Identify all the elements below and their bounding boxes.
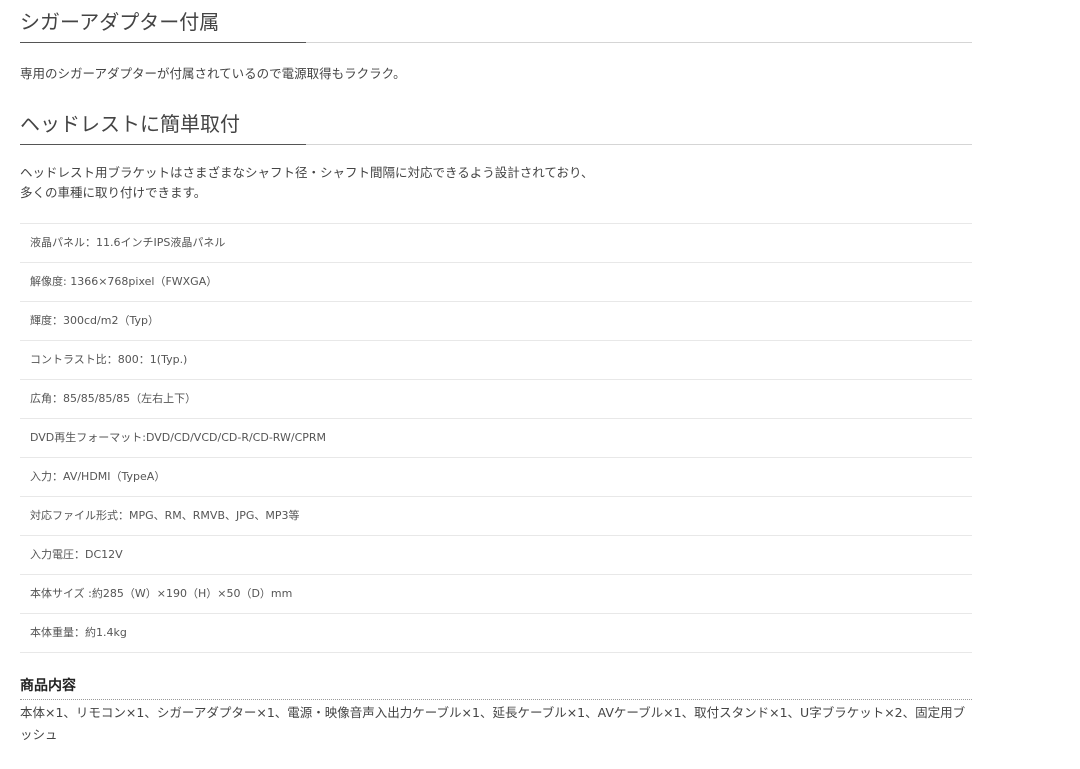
spec-item-brightness: 輝度：300cd/m2（Typ） [20, 302, 972, 341]
spec-item-panel: 液晶パネル：11.6インチIPS液晶パネル [20, 224, 972, 263]
spec-item-contrast: コントラスト比：800：1(Typ.) [20, 341, 972, 380]
spec-item-input: 入力：AV/HDMI（TypeA） [20, 458, 972, 497]
spec-item-resolution: 解像度: 1366×768pixel（FWXGA） [20, 263, 972, 302]
package-contents-heading: 商品内容 [20, 676, 972, 700]
section-heading-cigar-adapter: シガーアダプター付属 [20, 0, 972, 43]
section-text-headrest-line2: 多くの車種に取り付けできます。 [20, 185, 207, 200]
section-text-headrest: ヘッドレスト用ブラケットはさまざまなシャフト径・シャフト間隔に対応できるよう設計… [20, 163, 972, 203]
spec-item-dvd-format: DVD再生フォーマット:DVD/CD/VCD/CD-R/CD-RW/CPRM [20, 419, 972, 458]
package-contents-text: 本体×1、リモコン×1、シガーアダプター×1、電源・映像音声入出力ケーブル×1、… [20, 705, 966, 742]
spec-list: 液晶パネル：11.6インチIPS液晶パネル 解像度: 1366×768pixel… [20, 223, 972, 653]
section-text-headrest-line1: ヘッドレスト用ブラケットはさまざまなシャフト径・シャフト間隔に対応できるよう設計… [20, 165, 594, 180]
spec-item-weight: 本体重量：約1.4kg [20, 614, 972, 653]
spec-item-file-format: 対応ファイル形式：MPG、RM、RMVB、JPG、MP3等 [20, 497, 972, 536]
spec-item-size: 本体サイズ :約285（W）×190（H）×50（D）mm [20, 575, 972, 614]
section-text-cigar-adapter: 専用のシガーアダプターが付属されているので電源取得もラクラク。 [20, 66, 406, 81]
spec-item-voltage: 入力電圧：DC12V [20, 536, 972, 575]
section-heading-headrest: ヘッドレストに簡単取付 [20, 102, 972, 145]
product-description: シガーアダプター付属 専用のシガーアダプターが付属されているので電源取得もラクラ… [20, 0, 972, 746]
spec-item-viewing-angle: 広角：85/85/85/85（左右上下） [20, 380, 972, 419]
